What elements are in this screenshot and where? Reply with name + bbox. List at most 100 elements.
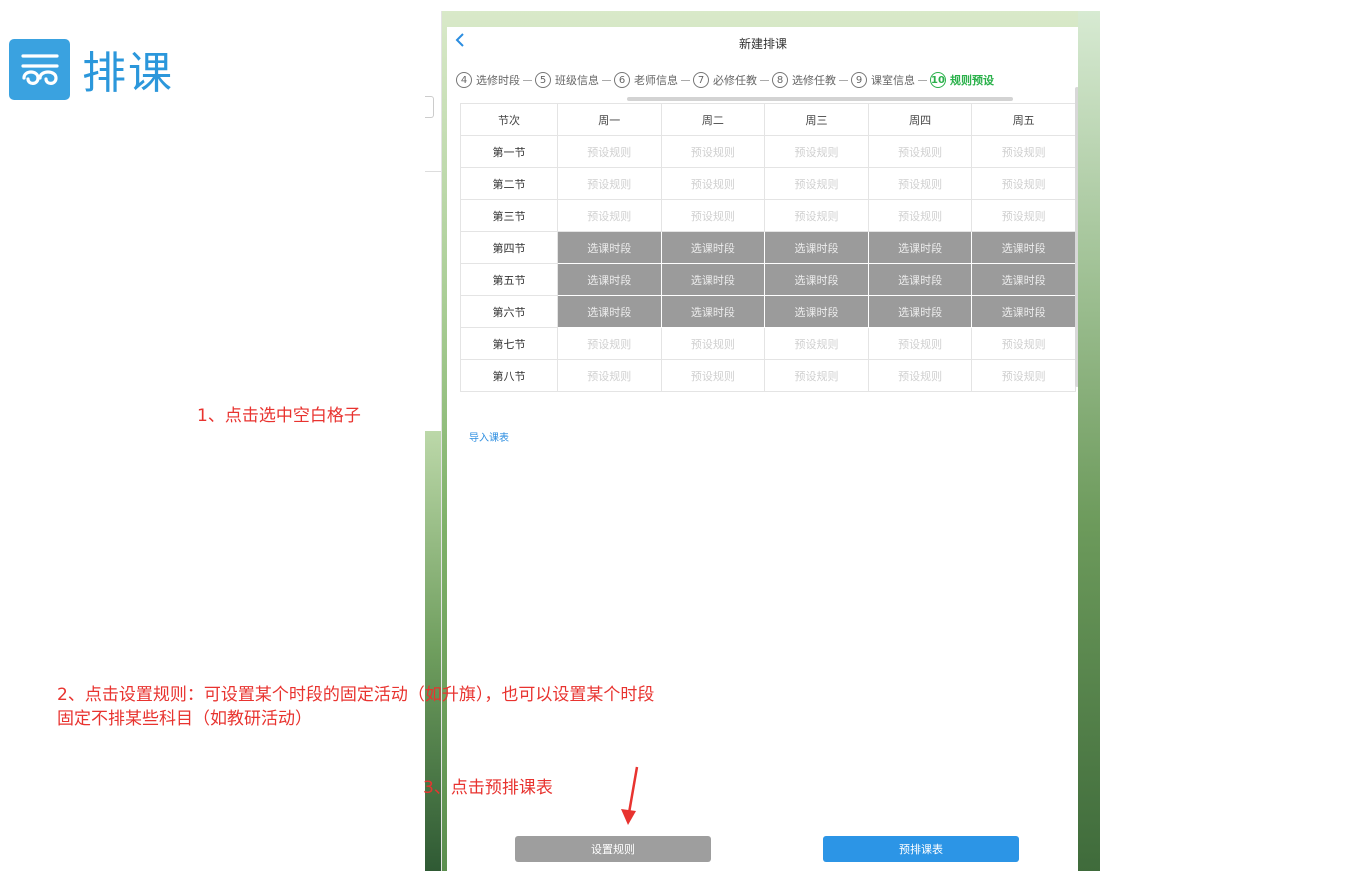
selected-cell[interactable]: 选课时段 bbox=[764, 263, 869, 296]
schedule-cell[interactable]: 预设规则 bbox=[660, 327, 766, 360]
schedule-cell[interactable]: 预设规则 bbox=[867, 135, 973, 168]
schedule-cell[interactable]: 预设规则 bbox=[660, 359, 766, 392]
step-9[interactable]: 9 课室信息 bbox=[851, 72, 915, 88]
step-number: 4 bbox=[456, 72, 472, 88]
step-label: 课室信息 bbox=[871, 74, 915, 87]
selected-cell[interactable]: 选课时段 bbox=[764, 295, 869, 328]
schedule-cell[interactable]: 预设规则 bbox=[764, 359, 869, 392]
schedule-cell[interactable]: 预设规则 bbox=[660, 167, 766, 200]
annotation-step-3: 3、点击预排课表 bbox=[423, 778, 553, 798]
schedule-cell[interactable]: 预设规则 bbox=[764, 135, 869, 168]
step-number: 9 bbox=[851, 72, 867, 88]
schedule-cell[interactable]: 预设规则 bbox=[971, 135, 1076, 168]
period-label: 第五节 bbox=[460, 263, 558, 296]
step-label: 选修任教 bbox=[792, 74, 836, 87]
schedule-cell[interactable]: 预设规则 bbox=[557, 359, 662, 392]
schedule-cell[interactable]: 预设规则 bbox=[764, 327, 869, 360]
selected-cell[interactable]: 选课时段 bbox=[867, 231, 973, 264]
screenshot-frame: 新建排课 4 选修时段 5 班级信息 6 老师信息 7 必修任教 8 选修任教 9 课室信息… bbox=[425, 11, 1100, 871]
step-10-active[interactable]: 10 规则预设 bbox=[930, 72, 994, 88]
step-label: 规则预设 bbox=[950, 74, 994, 87]
column-header: 节次 bbox=[460, 103, 558, 136]
step-label: 选修时段 bbox=[476, 74, 520, 87]
table-row: 第四节 选课时段 选课时段 选课时段 选课时段 选课时段 bbox=[460, 231, 1076, 264]
column-header: 周五 bbox=[971, 103, 1076, 136]
step-6[interactable]: 6 老师信息 bbox=[614, 72, 678, 88]
schedule-cell[interactable]: 预设规则 bbox=[557, 327, 662, 360]
schedule-cell[interactable]: 预设规则 bbox=[557, 135, 662, 168]
period-label: 第四节 bbox=[460, 231, 558, 264]
step-number: 7 bbox=[693, 72, 709, 88]
step-label: 班级信息 bbox=[555, 74, 599, 87]
period-label: 第二节 bbox=[460, 167, 558, 200]
table-row: 第五节 选课时段 选课时段 选课时段 选课时段 选课时段 bbox=[460, 263, 1076, 296]
selected-cell[interactable]: 选课时段 bbox=[660, 231, 766, 264]
table-header-row: 节次 周一 周二 周三 周四 周五 bbox=[460, 103, 1076, 136]
vertical-scrollbar[interactable] bbox=[1075, 87, 1079, 387]
step-number: 5 bbox=[535, 72, 551, 88]
selected-cell[interactable]: 选课时段 bbox=[660, 295, 766, 328]
schedule-cell[interactable]: 预设规则 bbox=[764, 199, 869, 232]
period-label: 第六节 bbox=[460, 295, 558, 328]
table-row: 第三节 预设规则 预设规则 预设规则 预设规则 预设规则 bbox=[460, 199, 1076, 232]
step-scrollbar[interactable] bbox=[627, 97, 1013, 101]
red-arrow-icon bbox=[617, 765, 643, 831]
period-label: 第三节 bbox=[460, 199, 558, 232]
step-number: 10 bbox=[930, 72, 946, 88]
selected-cell[interactable]: 选课时段 bbox=[557, 263, 662, 296]
step-5[interactable]: 5 班级信息 bbox=[535, 72, 599, 88]
top-bar: 新建排课 bbox=[447, 27, 1079, 63]
page-title: 新建排课 bbox=[738, 37, 787, 51]
schedule-cell[interactable]: 预设规则 bbox=[971, 167, 1076, 200]
schedule-cell[interactable]: 预设规则 bbox=[557, 199, 662, 232]
table-row: 第二节 预设规则 预设规则 预设规则 预设规则 预设规则 bbox=[460, 167, 1076, 200]
selected-cell[interactable]: 选课时段 bbox=[971, 231, 1076, 264]
schedule-cell[interactable]: 预设规则 bbox=[764, 167, 869, 200]
schedule-cell[interactable]: 预设规则 bbox=[971, 327, 1076, 360]
selected-cell[interactable]: 选课时段 bbox=[867, 263, 973, 296]
step-label: 老师信息 bbox=[634, 74, 678, 87]
table-row: 第七节 预设规则 预设规则 预设规则 预设规则 预设规则 bbox=[460, 327, 1076, 360]
schedule-cell[interactable]: 预设规则 bbox=[660, 199, 766, 232]
selected-cell[interactable]: 选课时段 bbox=[557, 295, 662, 328]
brand-title: 排课 bbox=[82, 48, 174, 99]
step-4[interactable]: 4 选修时段 bbox=[456, 72, 520, 88]
schedule-table: 节次 周一 周二 周三 周四 周五 第一节 预设规则 预设规则 预设规则 预设规… bbox=[460, 103, 1076, 392]
pre-schedule-button[interactable]: 预排课表 bbox=[823, 836, 1019, 862]
annotation-step-2: 2、点击设置规则：可设置某个时段的固定活动（如升旗），也可以设置某个时段固定不排… bbox=[57, 685, 655, 729]
selected-cell[interactable]: 选课时段 bbox=[971, 263, 1076, 296]
selected-cell[interactable]: 选课时段 bbox=[764, 231, 869, 264]
column-header: 周四 bbox=[867, 103, 973, 136]
step-7[interactable]: 7 必修任教 bbox=[693, 72, 757, 88]
import-schedule-link[interactable]: 导入课表 bbox=[469, 429, 509, 444]
selected-cell[interactable]: 选课时段 bbox=[867, 295, 973, 328]
step-indicator: 4 选修时段 5 班级信息 6 老师信息 7 必修任教 8 选修任教 9 课室信息 10 规则… bbox=[456, 69, 1079, 91]
table-row: 第一节 预设规则 预设规则 预设规则 预设规则 预设规则 bbox=[460, 135, 1076, 168]
selected-cell[interactable]: 选课时段 bbox=[971, 295, 1076, 328]
column-header: 周三 bbox=[764, 103, 869, 136]
selected-cell[interactable]: 选课时段 bbox=[557, 231, 662, 264]
schedule-app-panel: 新建排课 4 选修时段 5 班级信息 6 老师信息 7 必修任教 8 选修任教 9 课室信息… bbox=[447, 27, 1079, 871]
schedule-cell[interactable]: 预设规则 bbox=[867, 359, 973, 392]
brand: 排课 bbox=[9, 37, 174, 101]
table-row: 第六节 选课时段 选课时段 选课时段 选课时段 选课时段 bbox=[460, 295, 1076, 328]
period-label: 第七节 bbox=[460, 327, 558, 360]
schedule-cell[interactable]: 预设规则 bbox=[867, 199, 973, 232]
annotation-step-1: 1、点击选中空白格子 bbox=[197, 406, 361, 426]
selected-cell[interactable]: 选课时段 bbox=[660, 263, 766, 296]
schedule-cell[interactable]: 预设规则 bbox=[557, 167, 662, 200]
schedule-cell[interactable]: 预设规则 bbox=[971, 359, 1076, 392]
schedule-cell[interactable]: 预设规则 bbox=[867, 327, 973, 360]
step-number: 8 bbox=[772, 72, 788, 88]
column-header: 周二 bbox=[660, 103, 766, 136]
schedule-cell[interactable]: 预设规则 bbox=[867, 167, 973, 200]
set-rule-button[interactable]: 设置规则 bbox=[515, 836, 711, 862]
brand-logo-icon bbox=[9, 38, 70, 100]
column-header: 周一 bbox=[557, 103, 662, 136]
table-row: 第八节 预设规则 预设规则 预设规则 预设规则 预设规则 bbox=[460, 359, 1076, 392]
step-number: 6 bbox=[614, 72, 630, 88]
step-8[interactable]: 8 选修任教 bbox=[772, 72, 836, 88]
schedule-cell[interactable]: 预设规则 bbox=[971, 199, 1076, 232]
period-label: 第八节 bbox=[460, 359, 558, 392]
schedule-cell[interactable]: 预设规则 bbox=[660, 135, 766, 168]
